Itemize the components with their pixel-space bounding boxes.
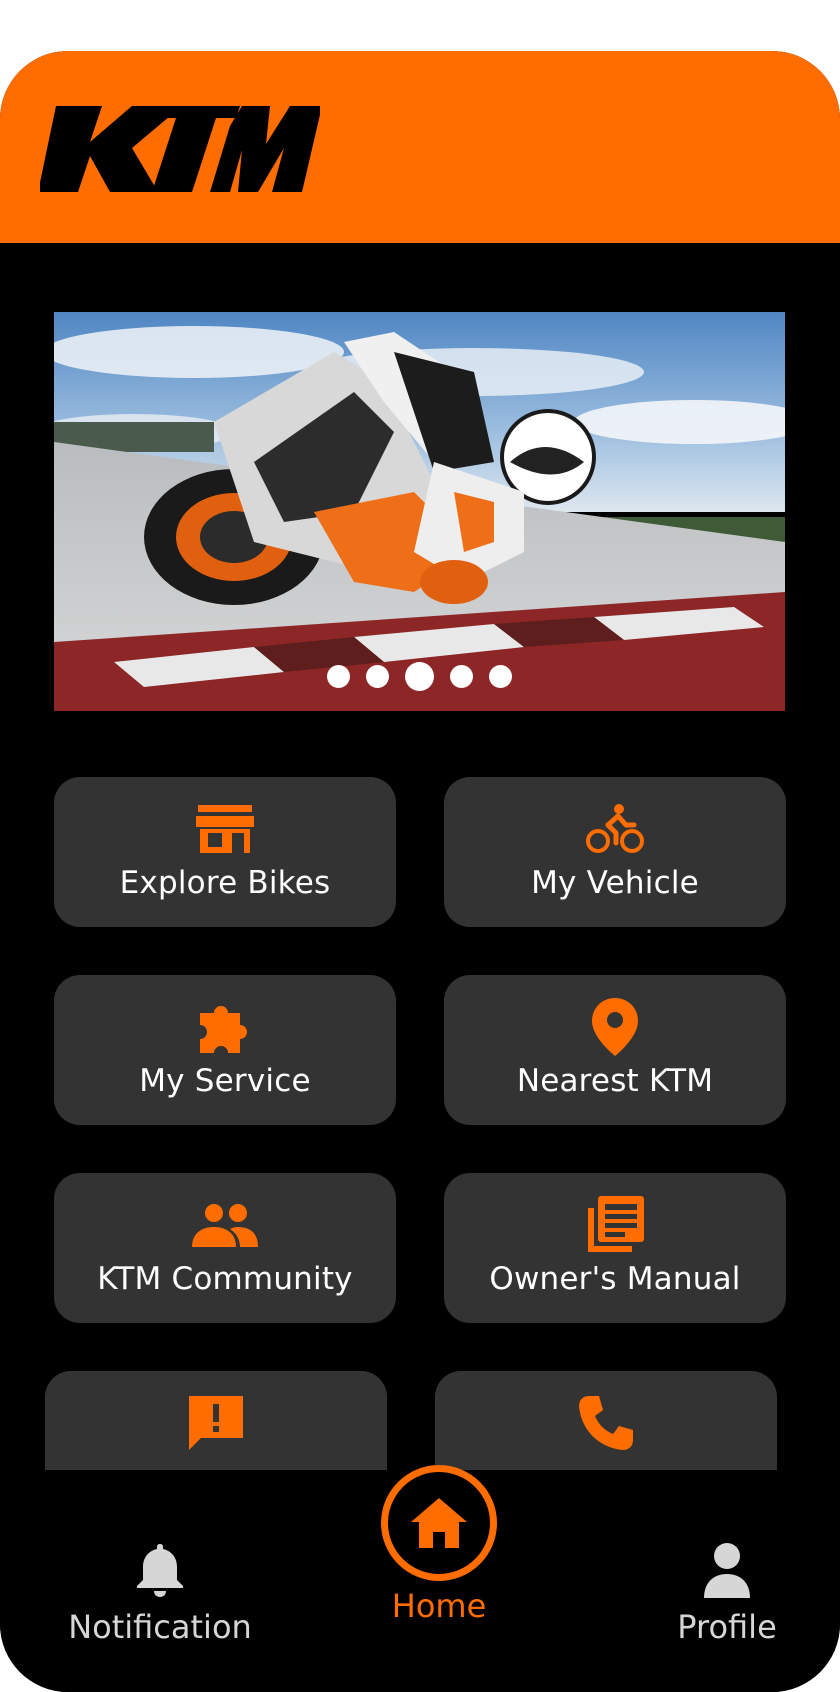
nav-profile-label: Profile bbox=[677, 1608, 777, 1646]
ktm-community-button[interactable]: KTM Community bbox=[54, 1173, 396, 1323]
explore-bikes-button[interactable]: Explore Bikes bbox=[54, 777, 396, 927]
nav-home[interactable]: Home bbox=[381, 1465, 497, 1625]
feedback-icon bbox=[185, 1395, 247, 1451]
owners-manual-button[interactable]: Owner's Manual bbox=[444, 1173, 786, 1323]
my-vehicle-button[interactable]: My Vehicle bbox=[444, 777, 786, 927]
bell-icon bbox=[137, 1544, 183, 1597]
tile-label: Owner's Manual bbox=[489, 1261, 741, 1297]
bottom-navigation: Notification Home Profile bbox=[0, 1465, 840, 1692]
tile-label: Nearest KTM bbox=[516, 1063, 714, 1099]
my-service-button[interactable]: My Service bbox=[54, 975, 396, 1125]
tile-label: KTM Community bbox=[97, 1261, 353, 1297]
manual-icon bbox=[584, 1196, 646, 1253]
bike-rider-icon bbox=[586, 801, 644, 857]
store-icon bbox=[196, 801, 254, 857]
nav-profile[interactable]: Profile bbox=[672, 1542, 782, 1646]
phone-icon bbox=[577, 1395, 635, 1451]
carousel-dot[interactable] bbox=[366, 665, 389, 688]
home-icon bbox=[411, 1498, 467, 1548]
person-icon bbox=[704, 1543, 750, 1598]
carousel-dot-active[interactable] bbox=[405, 662, 434, 691]
nav-home-label: Home bbox=[391, 1587, 487, 1625]
carousel-dot[interactable] bbox=[450, 665, 473, 688]
tile-label: My Vehicle bbox=[531, 865, 699, 901]
home-button-ring bbox=[381, 1465, 497, 1581]
carousel-dot[interactable] bbox=[489, 665, 512, 688]
ktm-logo bbox=[40, 106, 320, 192]
carousel-dot[interactable] bbox=[327, 665, 350, 688]
people-icon bbox=[190, 1197, 260, 1253]
carousel-indicator[interactable] bbox=[54, 662, 785, 691]
nav-notification-label: Notification bbox=[68, 1608, 252, 1646]
hero-image bbox=[54, 312, 785, 711]
tile-label: My Service bbox=[139, 1063, 311, 1099]
app-header bbox=[0, 51, 840, 243]
app-screen: Explore Bikes My Vehicle My Service Near… bbox=[0, 51, 840, 1692]
tile-label: Explore Bikes bbox=[119, 865, 331, 901]
hero-carousel[interactable] bbox=[54, 312, 785, 711]
puzzle-icon bbox=[196, 999, 254, 1055]
nearest-ktm-button[interactable]: Nearest KTM bbox=[444, 975, 786, 1125]
nav-notification[interactable]: Notification bbox=[62, 1542, 258, 1646]
location-pin-icon bbox=[592, 998, 638, 1056]
